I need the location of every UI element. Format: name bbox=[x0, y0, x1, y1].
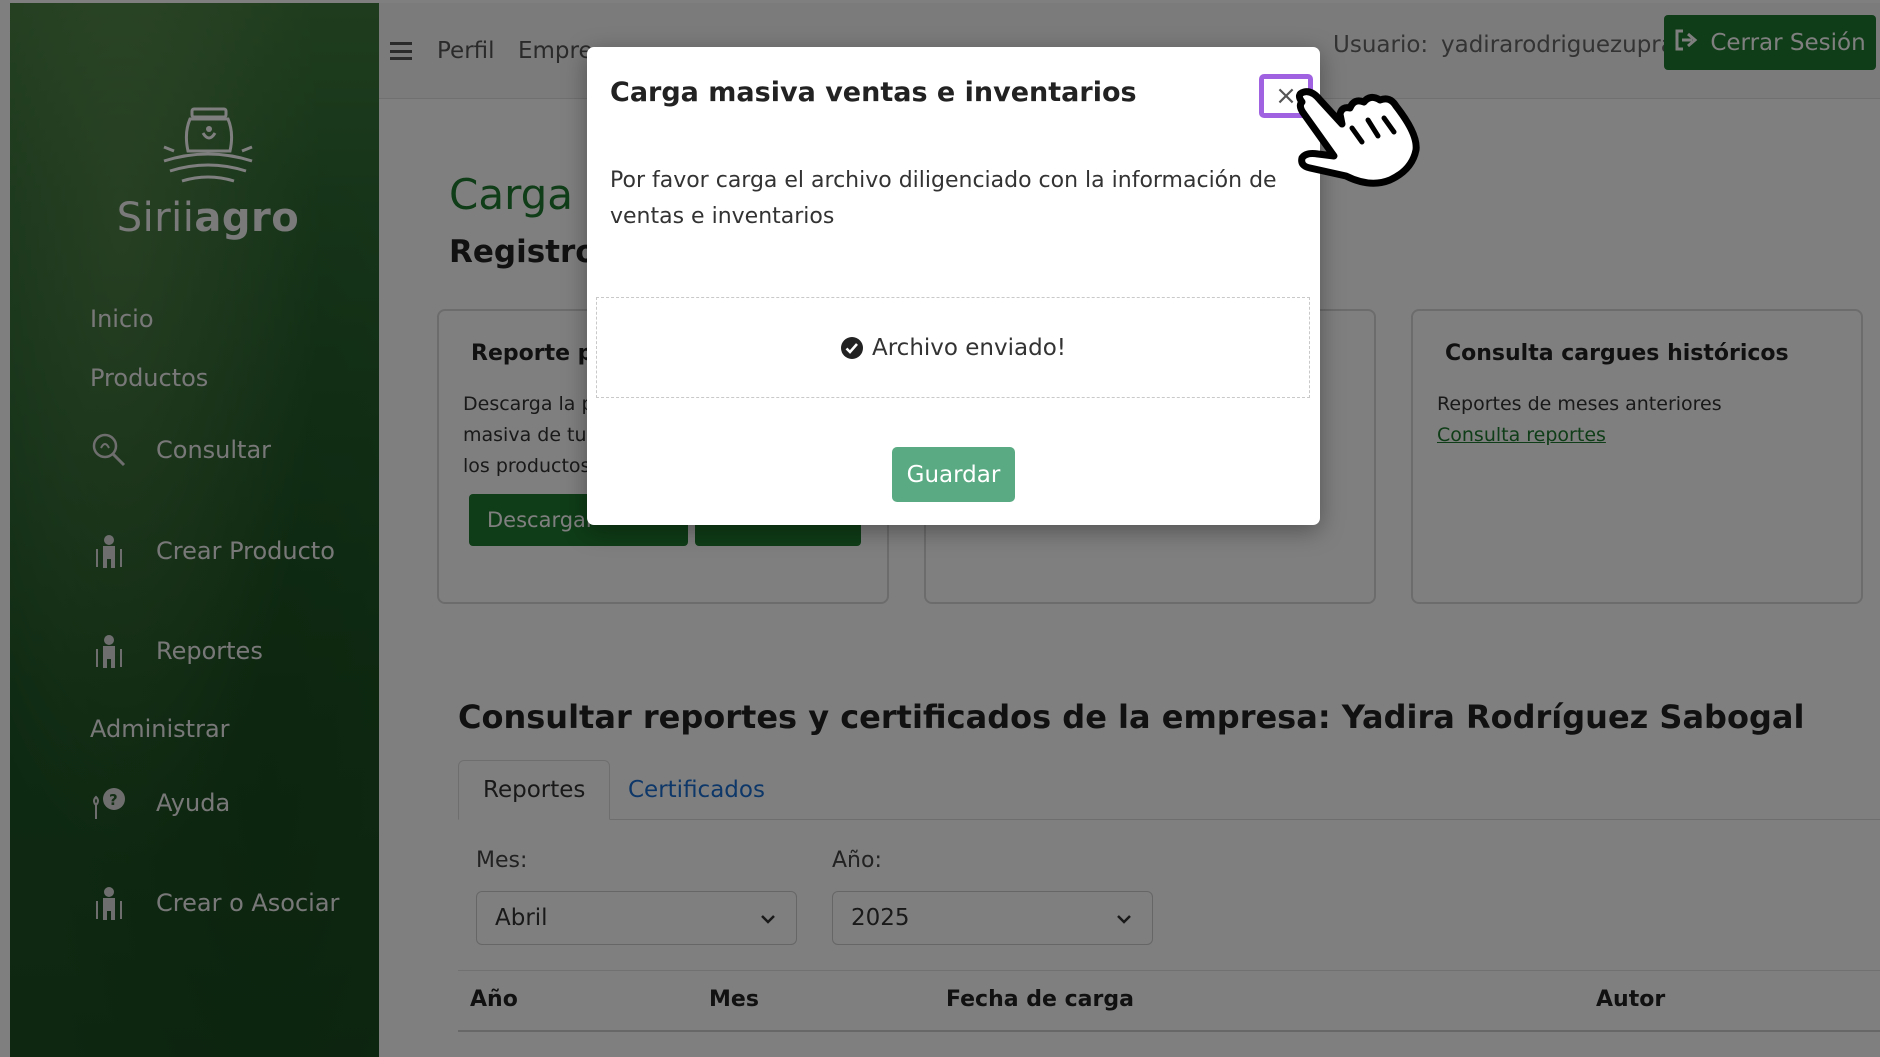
pointing-hand-icon bbox=[1295, 88, 1420, 187]
upload-modal: Carga masiva ventas e inventarios × Por … bbox=[587, 47, 1320, 525]
modal-title: Carga masiva ventas e inventarios bbox=[610, 77, 1137, 108]
file-dropzone[interactable]: Archivo enviado! bbox=[596, 297, 1310, 398]
check-circle-icon bbox=[840, 336, 864, 360]
save-button[interactable]: Guardar bbox=[892, 447, 1015, 502]
modal-description: Por favor carga el archivo diligenciado … bbox=[610, 168, 1277, 229]
upload-status: Archivo enviado! bbox=[871, 334, 1066, 361]
app-root: Siriiagro Inicio Productos Consultar Cre… bbox=[0, 0, 1880, 1057]
